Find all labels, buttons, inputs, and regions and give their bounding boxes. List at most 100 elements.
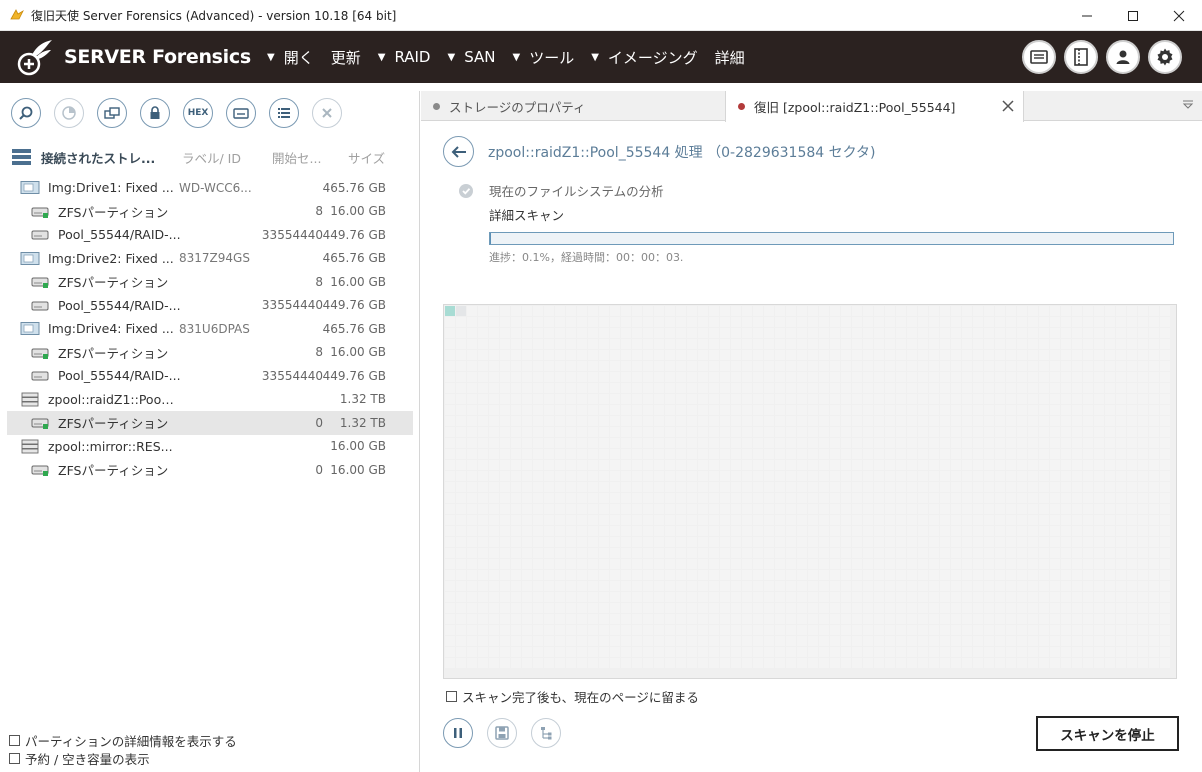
tree-device-row[interactable]: zpool::mirror::RES... 16.00 GB [7,435,413,459]
back-button[interactable] [443,136,474,167]
sector-map-cell [1127,471,1137,481]
sector-map-cell [962,603,972,613]
sector-map-cell [841,493,851,503]
export-tree-button[interactable] [531,718,561,748]
start-column-header[interactable]: 開始セ... [272,148,348,167]
show-partition-details-checkbox[interactable] [9,734,20,746]
menu-refresh[interactable]: 更新 [331,47,361,68]
sector-map-cell [962,548,972,558]
pause-button[interactable] [443,718,473,748]
sector-map-cell [797,559,807,569]
sector-map-cell [1105,427,1115,437]
sector-map-cell [577,559,587,569]
sector-map-cell [841,339,851,349]
transfer-button[interactable] [97,98,127,128]
sector-map-cell [1138,405,1148,415]
sector-map-cell [907,361,917,371]
search-button[interactable] [11,98,41,128]
panel-button[interactable] [1022,40,1056,74]
sector-map-cell [830,460,840,470]
sector-map-cell [918,405,928,415]
menu-open[interactable]: ▼ 開く [267,47,314,68]
label-column-header[interactable]: ラベル/ ID [182,148,272,167]
tree-device-row[interactable]: Img:Drive4: Fixed ... 831U6DPAS 465.76 GB [7,317,413,341]
lock-button[interactable] [140,98,170,128]
sector-map-cell [456,394,466,404]
sector-map-cell [984,603,994,613]
drive-swap-button[interactable] [226,98,256,128]
tab-storage-properties[interactable]: ストレージのプロパティ [421,91,725,121]
sector-map-cell [687,361,697,371]
close-window-button[interactable] [1156,0,1202,31]
tree-partition-row[interactable]: ZFSパーティション 8 16.00 GB [7,270,413,294]
save-scan-button[interactable] [487,718,517,748]
tree-partition-row[interactable]: ZFSパーティション 0 16.00 GB [7,458,413,482]
tree-device-row[interactable]: zpool::raidZ1::Pool... 1.32 TB [7,388,413,412]
sector-map-cell [1138,581,1148,591]
menu-san[interactable]: ▼ SAN [448,48,496,66]
stop-scan-button[interactable]: スキャンを停止 [1036,716,1179,751]
sector-map-cell [874,504,884,514]
sector-map-cell [676,328,686,338]
hex-view-button[interactable]: HEX [183,98,213,128]
sector-map-cell [555,427,565,437]
sector-map-cell [544,625,554,635]
close-tab-icon[interactable] [1001,99,1015,113]
tree-partition-row[interactable]: ZFSパーティション 8 16.00 GB [7,200,413,224]
sector-map-cell [819,526,829,536]
layout-button[interactable] [1064,40,1098,74]
show-partition-details-option[interactable]: パーティションの詳細情報を表示する [9,731,237,749]
tab-list-dropdown-icon[interactable] [1182,100,1194,110]
sector-map-cell [885,614,895,624]
sector-map-cell [533,372,543,382]
size-column-header[interactable]: サイズ [348,148,385,167]
sector-map-cell [764,449,774,459]
stay-on-page-checkbox[interactable] [446,691,457,702]
sector-map-cell [500,372,510,382]
sector-map-cell [1116,328,1126,338]
sector-map-cell [775,361,785,371]
settings-button[interactable] [1148,40,1182,74]
close-storage-button[interactable] [312,98,342,128]
tree-partition-row[interactable]: Pool_55544/RAID-... 33554440 449.76 GB [7,223,413,247]
show-reserved-free-option[interactable]: 予約 / 空き容量の表示 [9,749,237,767]
tree-partition-row[interactable]: ZFSパーティション 0 1.32 TB [7,411,413,435]
sector-map-cell [742,471,752,481]
sector-map-cell [511,482,521,492]
sector-map-cell [709,383,719,393]
menu-imaging[interactable]: ▼ イメージング [591,47,697,68]
pie-chart-icon [62,106,76,120]
tree-partition-row[interactable]: Pool_55544/RAID-... 33554440 449.76 GB [7,294,413,318]
sector-map-cell [1061,559,1071,569]
sector-map-cell [962,526,972,536]
menu-tools[interactable]: ▼ ツール [513,47,575,68]
sector-map-cell [467,317,477,327]
minimize-button[interactable] [1064,0,1110,31]
sector-map-cell [577,438,587,448]
tree-partition-row[interactable]: ZFSパーティション 8 16.00 GB [7,341,413,365]
sector-map-cell [599,383,609,393]
tab-recovery[interactable]: 復旧 [zpool::raidZ1::Pool_55544] [725,91,1024,122]
list-view-button[interactable] [269,98,299,128]
sector-map-cell [731,383,741,393]
maximize-button[interactable] [1110,0,1156,31]
tree-item-size: 16.00 GB [330,439,386,454]
tree-item-start-sector: 8 [315,204,323,219]
tree-header-title[interactable]: 接続されたストレ... [41,148,179,167]
tree-device-row[interactable]: Img:Drive1: Fixed ... WD-WCC6... 465.76 GB [7,176,413,200]
tree-device-row[interactable]: Img:Drive2: Fixed ... 8317Z94GS 465.76 GB [7,247,413,271]
sector-map-cell [720,383,730,393]
sector-map-cell [588,449,598,459]
menu-raid[interactable]: ▼ RAID [378,48,431,66]
show-reserved-free-checkbox[interactable] [9,752,20,764]
sector-map-cell [1127,405,1137,415]
pie-chart-button[interactable] [54,98,84,128]
tree-partition-row[interactable]: Pool_55544/RAID-... 33554440 449.76 GB [7,364,413,388]
tree-item-name: Img:Drive4: Fixed ... [48,321,174,337]
sector-map-cell [1116,405,1126,415]
menu-advanced[interactable]: 詳細 [715,47,745,68]
stay-on-page-option[interactable]: スキャン完了後も、現在のページに留まる [446,687,699,706]
user-button[interactable] [1106,40,1140,74]
sector-map-cell [973,361,983,371]
sector-map-cell [753,394,763,404]
